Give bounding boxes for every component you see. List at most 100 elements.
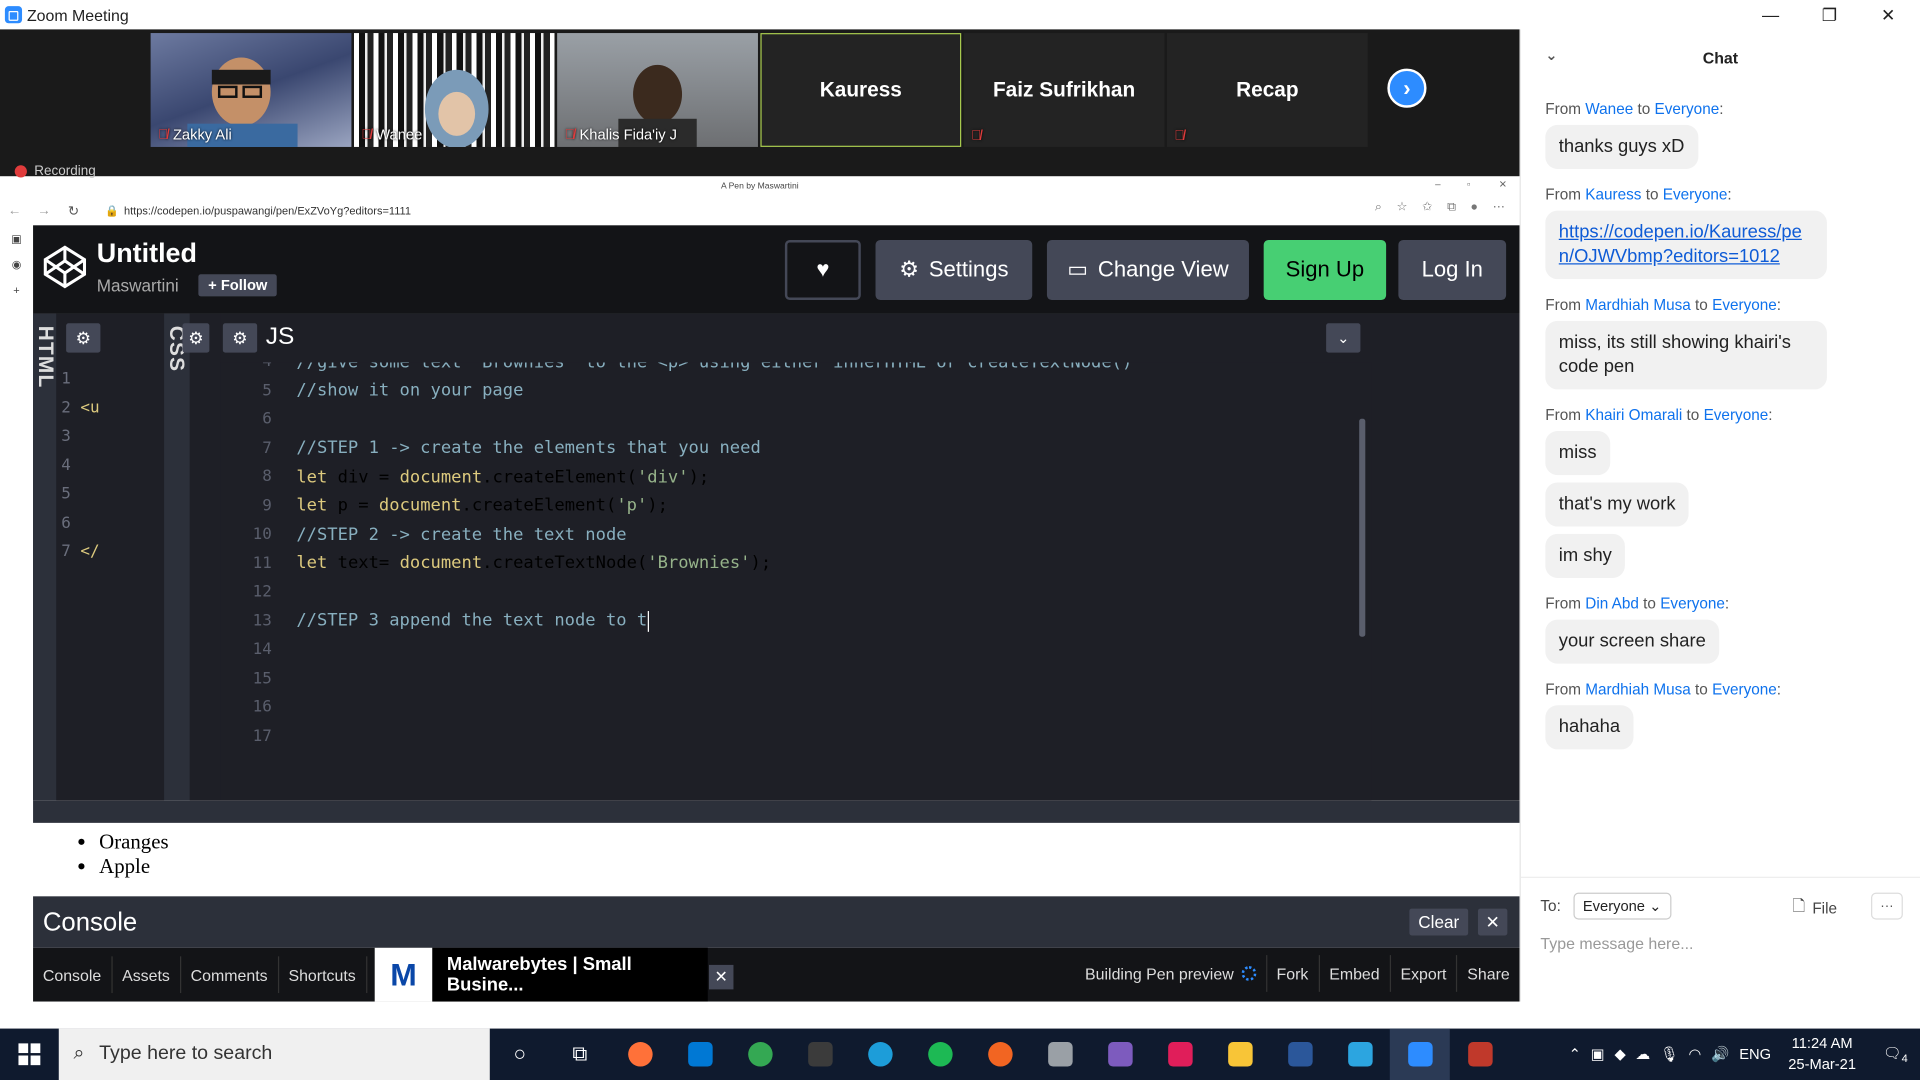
- recipient-name[interactable]: Everyone: [1660, 595, 1725, 612]
- recipient-select[interactable]: Everyone ⌄: [1573, 892, 1672, 920]
- participant-tile[interactable]: 🎙̸ Khalis Fida'iy J: [557, 33, 758, 147]
- recipient-name[interactable]: Everyone: [1712, 681, 1777, 698]
- code-line[interactable]: 7 //STEP 1 -> create the elements that yo…: [220, 434, 1371, 463]
- app-icon[interactable]: [1030, 1029, 1090, 1080]
- log-in-button[interactable]: Log In: [1398, 240, 1507, 301]
- start-button[interactable]: [0, 1029, 59, 1080]
- sign-up-button[interactable]: Sign Up: [1263, 240, 1387, 301]
- clock[interactable]: 11:24 AM 25-Mar-21: [1788, 1033, 1856, 1075]
- settings-button[interactable]: ⚙ Settings: [875, 240, 1033, 301]
- message-input[interactable]: Type message here...: [1540, 934, 1693, 952]
- close-ad-button[interactable]: ✕: [708, 964, 734, 990]
- code-line[interactable]: 9 let p = document.createElement('p');: [220, 492, 1371, 521]
- edge-icon[interactable]: [850, 1029, 910, 1080]
- more-options-button[interactable]: ···: [1871, 892, 1903, 920]
- cloud-icon[interactable]: ☁: [1636, 1046, 1651, 1063]
- html-collapsed-label[interactable]: HTML: [33, 313, 58, 801]
- footer-console-button[interactable]: Console: [33, 956, 113, 994]
- next-participants-button[interactable]: ›: [1387, 68, 1427, 108]
- js-settings-gear-icon[interactable]: ⚙: [222, 323, 258, 353]
- firefox-icon[interactable]: [610, 1029, 670, 1080]
- css-collapsed-label[interactable]: CSS: [164, 313, 190, 801]
- profile-icon[interactable]: ●: [1471, 201, 1478, 214]
- code-line[interactable]: 12: [220, 578, 1371, 607]
- fork-button[interactable]: Fork: [1267, 955, 1320, 992]
- code-line[interactable]: 17: [220, 722, 1371, 751]
- sender-name[interactable]: Wanee: [1585, 100, 1633, 117]
- code-line[interactable]: 8 let div = document.createElement('div')…: [220, 463, 1371, 492]
- slack-icon[interactable]: [1150, 1029, 1210, 1080]
- footer-comments-button[interactable]: Comments: [181, 956, 279, 994]
- ad-banner[interactable]: M Malwarebytes | Small Busine...: [374, 947, 708, 1002]
- sidebar-icon[interactable]: ◉: [12, 258, 22, 271]
- close-window-button[interactable]: ✕: [1859, 0, 1918, 29]
- pen-title[interactable]: Untitled: [97, 238, 197, 270]
- app-icon[interactable]: [790, 1029, 850, 1080]
- code-line[interactable]: 4 //give some text 'Brownies' to the <p> …: [220, 362, 1371, 376]
- sender-name[interactable]: Mardhiah Musa: [1585, 681, 1690, 698]
- footer-shortcuts-button[interactable]: Shortcuts: [279, 956, 367, 994]
- code-line[interactable]: 11 let text= document.createTextNode('Bro…: [220, 549, 1371, 578]
- browser-tab-title[interactable]: A Pen by Maswartini: [721, 182, 799, 191]
- collections-icon[interactable]: ⧉: [1447, 201, 1456, 214]
- clear-console-button[interactable]: Clear: [1409, 908, 1469, 936]
- close-icon[interactable]: ✕: [1499, 179, 1507, 190]
- wifi-icon[interactable]: ◠: [1688, 1046, 1701, 1063]
- add-icon[interactable]: +: [13, 284, 19, 296]
- url-text[interactable]: https://codepen.io/puspawangi/pen/ExZVoY…: [124, 204, 411, 216]
- dropbox-icon[interactable]: ◆: [1614, 1046, 1625, 1063]
- recipient-name[interactable]: Everyone: [1663, 186, 1728, 203]
- editor-scrollbar[interactable]: [1359, 418, 1366, 637]
- css-editor[interactable]: ⚙: [182, 313, 221, 801]
- code-line[interactable]: 14: [220, 636, 1371, 665]
- file-explorer-icon[interactable]: [1210, 1029, 1270, 1080]
- volume-icon[interactable]: 🔊: [1711, 1046, 1729, 1063]
- html-settings-gear-icon[interactable]: ⚙: [66, 323, 101, 353]
- export-button[interactable]: Export: [1391, 955, 1458, 992]
- participant-tile[interactable]: 🎙̸ Zakky Ali: [150, 33, 352, 147]
- word-icon[interactable]: [1270, 1029, 1330, 1080]
- close-console-button[interactable]: ✕: [1477, 908, 1508, 936]
- cortana-icon[interactable]: ○: [490, 1029, 550, 1080]
- zoom-taskbar-icon[interactable]: [1389, 1028, 1450, 1080]
- language-indicator[interactable]: ENG: [1739, 1046, 1771, 1063]
- forward-icon[interactable]: →: [29, 203, 58, 218]
- app-icon[interactable]: [1090, 1029, 1150, 1080]
- star-icon[interactable]: ☆: [1396, 201, 1407, 214]
- change-view-button[interactable]: ▭ Change View: [1046, 240, 1249, 301]
- back-icon[interactable]: ←: [0, 203, 29, 218]
- notification-icon[interactable]: 🗨4: [1883, 1044, 1908, 1064]
- embed-button[interactable]: Embed: [1319, 955, 1391, 992]
- recipient-name[interactable]: Everyone: [1712, 296, 1777, 313]
- minimize-button[interactable]: —: [1741, 0, 1800, 29]
- chat-link[interactable]: https://codepen.io/Kauress/pen/OJWVbmp?e…: [1545, 210, 1827, 280]
- participant-tile-active[interactable]: Kauress: [760, 33, 962, 147]
- reload-icon[interactable]: ↻: [59, 203, 88, 219]
- code-line[interactable]: 10 //STEP 2 -> create the text node: [220, 520, 1371, 549]
- restore-button[interactable]: ❐: [1800, 0, 1859, 29]
- chrome-icon[interactable]: [730, 1029, 790, 1080]
- taskbar-search[interactable]: ⌕ Type here to search: [58, 1028, 490, 1080]
- participant-tile[interactable]: Faiz Sufrikhan 🎙̸: [963, 33, 1165, 147]
- restore-icon[interactable]: ▫: [1467, 179, 1470, 190]
- share-button[interactable]: Share: [1458, 955, 1520, 992]
- mail-icon[interactable]: [670, 1029, 730, 1080]
- more-icon[interactable]: ⋯: [1493, 201, 1505, 214]
- js-code-editor[interactable]: 4 //give some text 'Brownies' to the <p> …: [220, 362, 1372, 801]
- html-editor[interactable]: ⚙ 1 2 <u 3 4 5 6 7 </: [56, 313, 165, 801]
- spotify-icon[interactable]: [910, 1029, 970, 1080]
- sender-name[interactable]: Din Abd: [1585, 595, 1639, 612]
- recipient-name[interactable]: Everyone: [1655, 100, 1720, 117]
- code-line[interactable]: 13 //STEP 3 append the text node to t: [220, 607, 1371, 636]
- footer-assets-button[interactable]: Assets: [112, 956, 181, 994]
- chevron-down-icon[interactable]: ⌄: [1326, 323, 1361, 353]
- code-line[interactable]: 15: [220, 664, 1371, 693]
- chevron-up-icon[interactable]: ⌃: [1569, 1046, 1581, 1063]
- task-view-icon[interactable]: ⧉: [550, 1029, 610, 1080]
- app-icon[interactable]: [1450, 1029, 1510, 1080]
- chevron-down-icon[interactable]: ⌄: [1545, 47, 1557, 64]
- code-line[interactable]: 6: [220, 405, 1371, 434]
- favorites-icon[interactable]: ✩: [1422, 201, 1432, 214]
- heart-button[interactable]: ♥: [784, 240, 861, 301]
- app-icon[interactable]: [1330, 1029, 1390, 1080]
